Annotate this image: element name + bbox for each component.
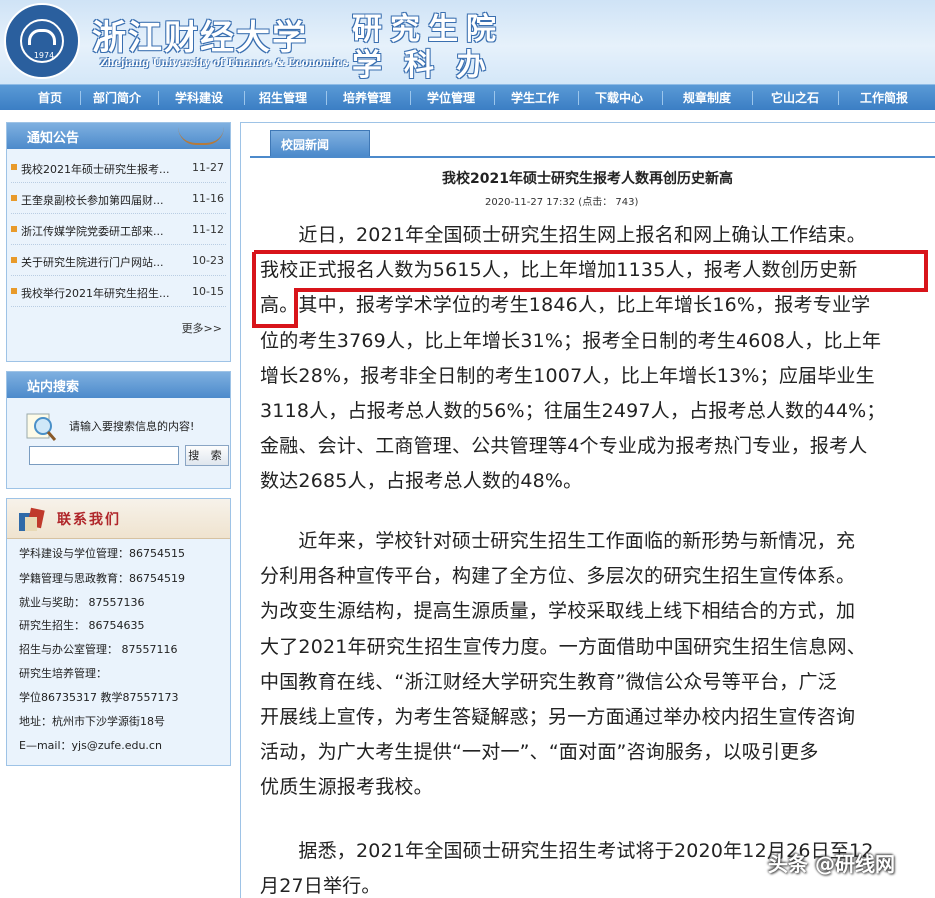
notice-item[interactable]: 我校2021年硕士研究生报考... 11-27 (11, 153, 226, 183)
article-paragraph: 近日，2021年全国硕士研究生招生网上报名和网上确认工作结束。 我校正式报名人数… (260, 218, 932, 500)
nav-divider (662, 91, 663, 105)
search-button[interactable]: 搜 索 (185, 445, 229, 466)
text-line: 分利用各种宣传平台，构建了全方位、多层次的研究生招生宣传体系。 (260, 565, 856, 588)
text-line: 近年来，学校针对硕士研究生招生工作面临的新形势与新情况，充 (260, 530, 856, 552)
department-name-line2: 学科办 (352, 48, 508, 83)
notice-item[interactable]: 我校举行2021年研究生招生... 10-15 (11, 277, 226, 307)
university-name-cn: 浙江财经大学 (92, 18, 308, 58)
contact-header: 联系我们 (7, 499, 230, 539)
text-line: 大了2021年研究生招生宣传力度。一方面借助中国研究生招生信息网、 (260, 635, 866, 658)
notice-item-date: 11-12 (192, 223, 224, 236)
text-line: 位的考生3769人，比上年增长31%；报考全日制的考生4608人，比上年 (260, 329, 882, 352)
notice-item-title[interactable]: 我校举行2021年研究生招生... (21, 285, 189, 301)
book-icon (19, 507, 45, 531)
logo-gate-icon (28, 29, 56, 45)
university-name-en: Zhejiang University of Finance & Economi… (100, 58, 349, 69)
text-line: 为改变生源结构，提高生源质量，学校采取线上线下相结合的方式，加 (260, 600, 856, 623)
contact-title: 联系我们 (57, 512, 121, 528)
search-title: 站内搜索 (27, 380, 80, 395)
text-line: 数达2685人，占报考总人数的48%。 (260, 470, 583, 493)
nav-divider (244, 91, 245, 105)
article-title: 我校2021年硕士研究生报考人数再创历史新高 (442, 171, 733, 187)
text-line: 增长28%，报考非全日制的考生1007人，比上年增长13%；应届毕业生 (260, 364, 875, 387)
text-line: 中国教育在线、“浙江财经大学研究生教育”微信公众号等平台，广泛 (260, 670, 837, 693)
contact-line: 研究生招生： 86754635 (19, 619, 145, 632)
contact-line: 学籍管理与思政教育：86754519 (19, 572, 185, 585)
contact-panel: 联系我们 学科建设与学位管理：86754515 学籍管理与思政教育：867545… (6, 498, 231, 766)
notice-header: 通知公告 (7, 123, 230, 149)
nav-item-regulations[interactable]: 规章制度 (672, 85, 742, 111)
notice-item-title[interactable]: 王奎泉副校长参加第四届财... (21, 192, 189, 208)
nav-divider (80, 91, 81, 105)
bullet-icon (11, 257, 17, 263)
ornament-icon (178, 127, 224, 145)
nav-item-bulletin[interactable]: 工作简报 (846, 85, 922, 111)
nav-item-discipline[interactable]: 学科建设 (164, 85, 234, 111)
nav-divider (578, 91, 579, 105)
text-line: 活动，为广大考生提供“一对一”、“面对面”咨询服务，以吸引更多 (260, 741, 819, 764)
notice-item-title[interactable]: 浙江传媒学院党委研工部来... (21, 223, 189, 239)
site-header: 1974 浙江财经大学 Zhejiang University of Finan… (0, 0, 935, 84)
notice-item-date: 10-15 (192, 285, 224, 298)
nav-item-student-work[interactable]: 学生工作 (500, 85, 570, 111)
search-input[interactable] (29, 446, 179, 465)
main-nav: 首页 部门简介 学科建设 招生管理 培养管理 学位管理 学生工作 下载中心 规章… (0, 84, 935, 110)
search-panel: 站内搜索 请输入要搜索信息的内容! 搜 索 (6, 371, 231, 489)
contact-email[interactable]: E—mail：yjs@zufe.edu.cn (19, 737, 162, 753)
search-header: 站内搜索 (7, 372, 230, 398)
article-meta: 2020-11-27 17:32 (点击： 743) (485, 197, 639, 208)
bullet-icon (11, 288, 17, 294)
tab-underline (250, 156, 935, 158)
text-line: 近日，2021年全国硕士研究生招生网上报名和网上确认工作结束。 (260, 224, 866, 246)
bullet-icon (11, 226, 17, 232)
nav-divider (158, 91, 159, 105)
nav-item-degree[interactable]: 学位管理 (416, 85, 486, 111)
text-line: 金融、会计、工商管理、公共管理等4个专业成为报考热门专业，报考人 (260, 435, 868, 458)
notice-item[interactable]: 王奎泉副校长参加第四届财... 11-16 (11, 184, 226, 214)
nav-item-home[interactable]: 首页 (20, 85, 80, 111)
text-line: 优质生源报考我校。 (260, 776, 433, 799)
notice-item[interactable]: 浙江传媒学院党委研工部来... 11-12 (11, 215, 226, 245)
contact-line: 就业与奖助： 87557136 (19, 596, 145, 609)
nav-item-references[interactable]: 它山之石 (760, 85, 830, 111)
notice-title: 通知公告 (27, 131, 80, 146)
notice-item-date: 11-27 (192, 161, 224, 174)
contact-address: 地址：杭州市下沙学源街18号 (19, 715, 165, 728)
bullet-icon (11, 164, 17, 170)
notice-item-title[interactable]: 我校2021年硕士研究生报考... (21, 161, 189, 177)
notice-item-title[interactable]: 关于研究生院进行门户网站... (21, 254, 189, 270)
contact-line: 招生与办公室管理： 87557116 (19, 643, 178, 656)
text-line: 开展线上宣传，为考生答疑解惑；另一方面通过举办校内招生宣传咨询 (260, 706, 856, 729)
notice-item-date: 11-16 (192, 192, 224, 205)
nav-divider (752, 91, 753, 105)
search-icon (26, 413, 57, 441)
notice-item-date: 10-23 (192, 254, 224, 267)
article-paragraph: 近年来，学校针对硕士研究生招生工作面临的新形势与新情况，充 分利用各种宣传平台，… (260, 524, 932, 806)
contact-line: 学位86735317 教学87557173 (19, 691, 179, 704)
nav-item-training[interactable]: 培养管理 (332, 85, 402, 111)
text-line: 我校正式报名人数为5615人，比上年增加1135人，报考人数创历史新 (260, 259, 858, 282)
search-hint: 请输入要搜索信息的内容! (69, 420, 195, 433)
nav-item-about[interactable]: 部门简介 (82, 85, 152, 111)
notice-item[interactable]: 关于研究生院进行门户网站... 10-23 (11, 246, 226, 276)
text-line: 高。其中，报考学术学位的考生1846人，比上年增长16%，报考专业学 (260, 294, 871, 317)
nav-divider (494, 91, 495, 105)
tab-campus-news[interactable]: 校园新闻 (270, 130, 370, 156)
contact-line: 学科建设与学位管理：86754515 (19, 547, 185, 560)
nav-item-admission[interactable]: 招生管理 (248, 85, 318, 111)
logo-year: 1974 (33, 51, 55, 60)
watermark: 头条 @研线网 (768, 852, 895, 876)
contact-line: 研究生培养管理： (19, 667, 107, 680)
bullet-icon (11, 195, 17, 201)
text-line: 3118人，占报考总人数的56%；往届生2497人，占报考总人数的44%； (260, 400, 886, 423)
nav-divider (410, 91, 411, 105)
nav-divider (326, 91, 327, 105)
university-logo[interactable]: 1974 (4, 3, 80, 79)
more-link[interactable]: 更多>> (182, 320, 222, 336)
nav-divider (838, 91, 839, 105)
tab-label: 校园新闻 (281, 138, 330, 152)
nav-item-downloads[interactable]: 下载中心 (584, 85, 654, 111)
notice-panel: 通知公告 我校2021年硕士研究生报考... 11-27 王奎泉副校长参加第四届… (6, 122, 231, 362)
